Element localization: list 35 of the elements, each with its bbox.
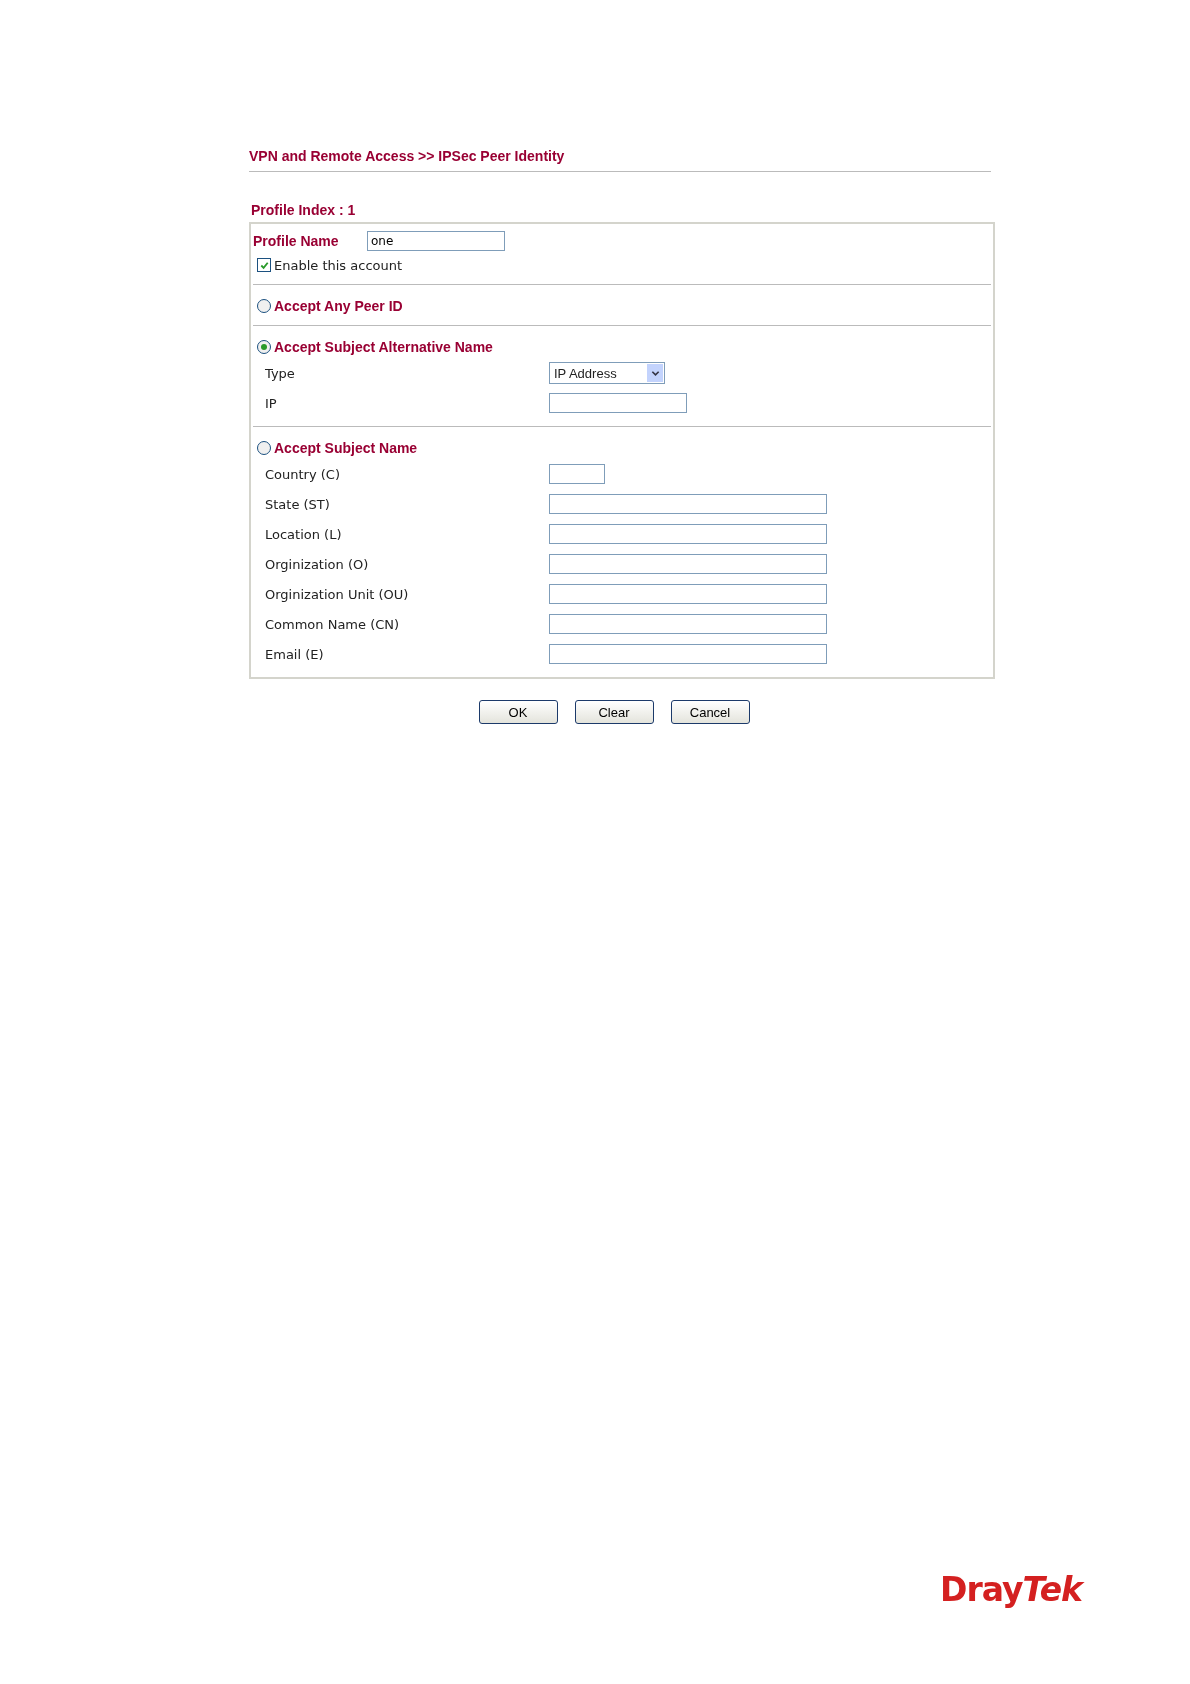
input-field[interactable] <box>549 644 827 664</box>
input-field[interactable] <box>549 464 605 484</box>
action-button[interactable]: OK <box>478 700 558 724</box>
option-label: Accept Any Peer ID <box>274 298 403 314</box>
field-label: State (ST) <box>265 496 331 512</box>
field-label: Country (C) <box>265 466 341 482</box>
field-label: Orginization (O) <box>265 556 370 572</box>
option-label: Accept Subject Alternative Name <box>274 339 493 355</box>
type-dropdown[interactable]: IP Address <box>549 362 665 384</box>
field-label: IP <box>265 395 278 411</box>
input-field[interactable] <box>549 614 827 634</box>
input-field[interactable] <box>549 393 687 413</box>
action-button[interactable]: Clear <box>574 700 654 724</box>
caret-icon <box>647 364 663 382</box>
field-label: Orginization Unit (OU) <box>265 586 410 602</box>
field-label: Email (E) <box>265 646 325 662</box>
page-title: VPN and Remote Access >> IPSec Peer Identity <box>249 148 991 172</box>
radio-button[interactable] <box>257 299 271 313</box>
input-field[interactable] <box>549 554 827 574</box>
profile-name-field[interactable]: one <box>367 231 505 251</box>
input-field[interactable] <box>549 494 827 514</box>
input-field[interactable] <box>549 584 827 604</box>
checkbox[interactable] <box>257 258 271 272</box>
field-label: Type <box>265 365 296 381</box>
input-field[interactable] <box>549 524 827 544</box>
profile-name-label: Profile Name <box>253 233 340 249</box>
checkbox-label: Enable this account <box>274 257 403 273</box>
option-label: Accept Subject Name <box>274 440 418 456</box>
profile-index: Profile Index : 1 <box>251 202 357 218</box>
action-button[interactable]: Cancel <box>670 700 750 724</box>
brand-logo: DrayTek <box>940 1570 1083 1609</box>
radio-button[interactable] <box>257 441 271 455</box>
field-label: Location (L) <box>265 526 343 542</box>
radio-button[interactable] <box>257 340 271 354</box>
field-label: Common Name (CN) <box>265 616 401 632</box>
